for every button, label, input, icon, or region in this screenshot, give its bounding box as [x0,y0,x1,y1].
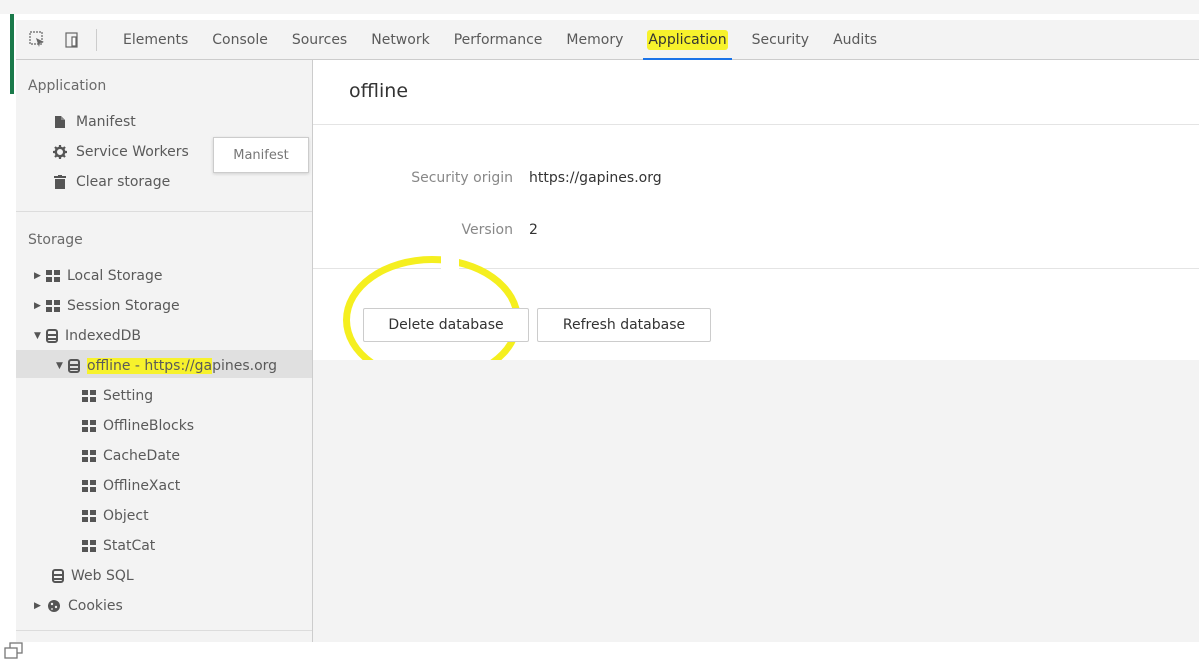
table-icon [82,480,96,492]
device-toolbar-icon[interactable] [60,28,84,52]
sidebar-item-label: IndexedDB [65,328,141,344]
security-origin-label: Security origin [411,170,513,186]
inspect-element-icon[interactable] [26,28,50,52]
cookie-icon [46,598,62,614]
sidebar-item-store[interactable]: Setting [82,388,153,404]
file-icon [52,114,68,130]
sidebar-item-store[interactable]: OfflineXact [82,478,180,494]
collapse-arrow-icon[interactable]: ▼ [34,331,44,341]
annotation-circle-gap [441,250,459,270]
expand-arrow-icon[interactable]: ▶ [34,271,44,281]
sidebar-item-offline-db[interactable]: ▼ offline - https://ga pines.org [56,358,277,374]
sidebar-item-label: Clear storage [76,174,171,190]
delete-database-button[interactable]: Delete database [363,308,529,342]
tab-console[interactable]: Console [200,20,280,60]
window-accent-bar [10,14,14,94]
tab-memory-label: Memory [566,31,624,48]
tab-sources[interactable]: Sources [280,20,359,60]
tab-network-label: Network [371,31,430,48]
sidebar-item-manifest[interactable]: Manifest [52,114,136,130]
tooltip-text: Manifest [233,147,289,163]
tab-network[interactable]: Network [359,20,441,60]
table-icon [46,300,60,312]
store-label: StatCat [103,538,156,554]
sidebar-item-web-sql[interactable]: Web SQL [52,568,134,584]
store-label: Object [103,508,149,524]
tab-elements-label: Elements [123,31,189,48]
db-entry-highlighted-text: offline - https://ga [87,358,213,374]
collapse-arrow-icon[interactable]: ▼ [56,361,66,371]
window-top-strip [0,0,1199,14]
expand-arrow-icon[interactable]: ▶ [34,601,44,611]
tab-console-label: Console [212,31,268,48]
sidebar-item-store[interactable]: Object [82,508,149,524]
sidebar-item-label: Session Storage [67,298,180,314]
gear-icon [52,144,68,160]
database-icon [52,569,64,583]
devtools-toolbar: Elements Console Sources Network Perform… [16,20,1199,60]
tab-memory[interactable]: Memory [554,20,635,60]
database-icon [68,359,80,373]
security-origin-value: https://gapines.org [529,170,662,186]
sidebar-item-label: Service Workers [76,144,189,160]
table-icon [82,510,96,522]
dock-window-icon[interactable] [4,642,24,660]
refresh-database-button[interactable]: Refresh database [537,308,711,342]
expand-arrow-icon[interactable]: ▶ [34,301,44,311]
sidebar-section-application: Application [28,78,107,94]
tab-audits[interactable]: Audits [821,20,889,60]
store-label: CacheDate [103,448,180,464]
sidebar-item-clear-storage[interactable]: Clear storage [52,174,170,190]
tab-application-label: Application [647,29,728,50]
tab-performance-label: Performance [453,31,543,48]
sidebar-item-label: Cookies [68,598,123,614]
version-label: Version [461,222,513,238]
sidebar-section-storage: Storage [28,232,83,248]
header-divider [313,124,1199,125]
tab-performance[interactable]: Performance [442,20,555,60]
table-icon [82,420,96,432]
sidebar-item-indexeddb[interactable]: ▼ IndexedDB [34,328,141,344]
sidebar-item-cookies[interactable]: ▶ Cookies [34,598,123,614]
tab-sources-label: Sources [291,31,348,48]
sidebar-item-local-storage[interactable]: ▶ Local Storage [34,268,163,284]
store-label: OfflineXact [103,478,181,494]
table-icon [82,450,96,462]
sidebar-item-label: Manifest [76,114,136,130]
table-icon [46,270,60,282]
sidebar-divider [16,211,312,212]
toolbar-separator [96,28,97,51]
tab-audits-label: Audits [833,31,878,48]
sidebar-item-label: Local Storage [67,268,163,284]
empty-panel-area [313,360,1199,642]
sidebar-bottom-divider [16,630,312,631]
store-label: Setting [103,388,154,404]
manifest-tooltip: Manifest [213,137,309,173]
tab-security[interactable]: Security [740,20,822,60]
tab-application[interactable]: Application [635,20,739,60]
store-label: OfflineBlocks [103,418,195,434]
sidebar-item-store[interactable]: StatCat [82,538,155,554]
sidebar-item-session-storage[interactable]: ▶ Session Storage [34,298,180,314]
db-entry-rest-text: pines.org [212,358,278,374]
sidebar-item-store[interactable]: OfflineBlocks [82,418,194,434]
database-icon [46,329,58,343]
sidebar-item-label: Web SQL [71,568,134,584]
table-icon [82,390,96,402]
sidebar-item-service-workers[interactable]: Service Workers [52,144,189,160]
table-icon [82,540,96,552]
database-title: offline [349,80,409,102]
tab-security-label: Security [751,31,810,48]
version-value: 2 [529,222,538,238]
trash-icon [52,174,68,190]
database-detail-panel: offline Security origin https://gapines.… [313,60,1199,642]
sidebar-item-store[interactable]: CacheDate [82,448,180,464]
tab-elements[interactable]: Elements [111,20,200,60]
